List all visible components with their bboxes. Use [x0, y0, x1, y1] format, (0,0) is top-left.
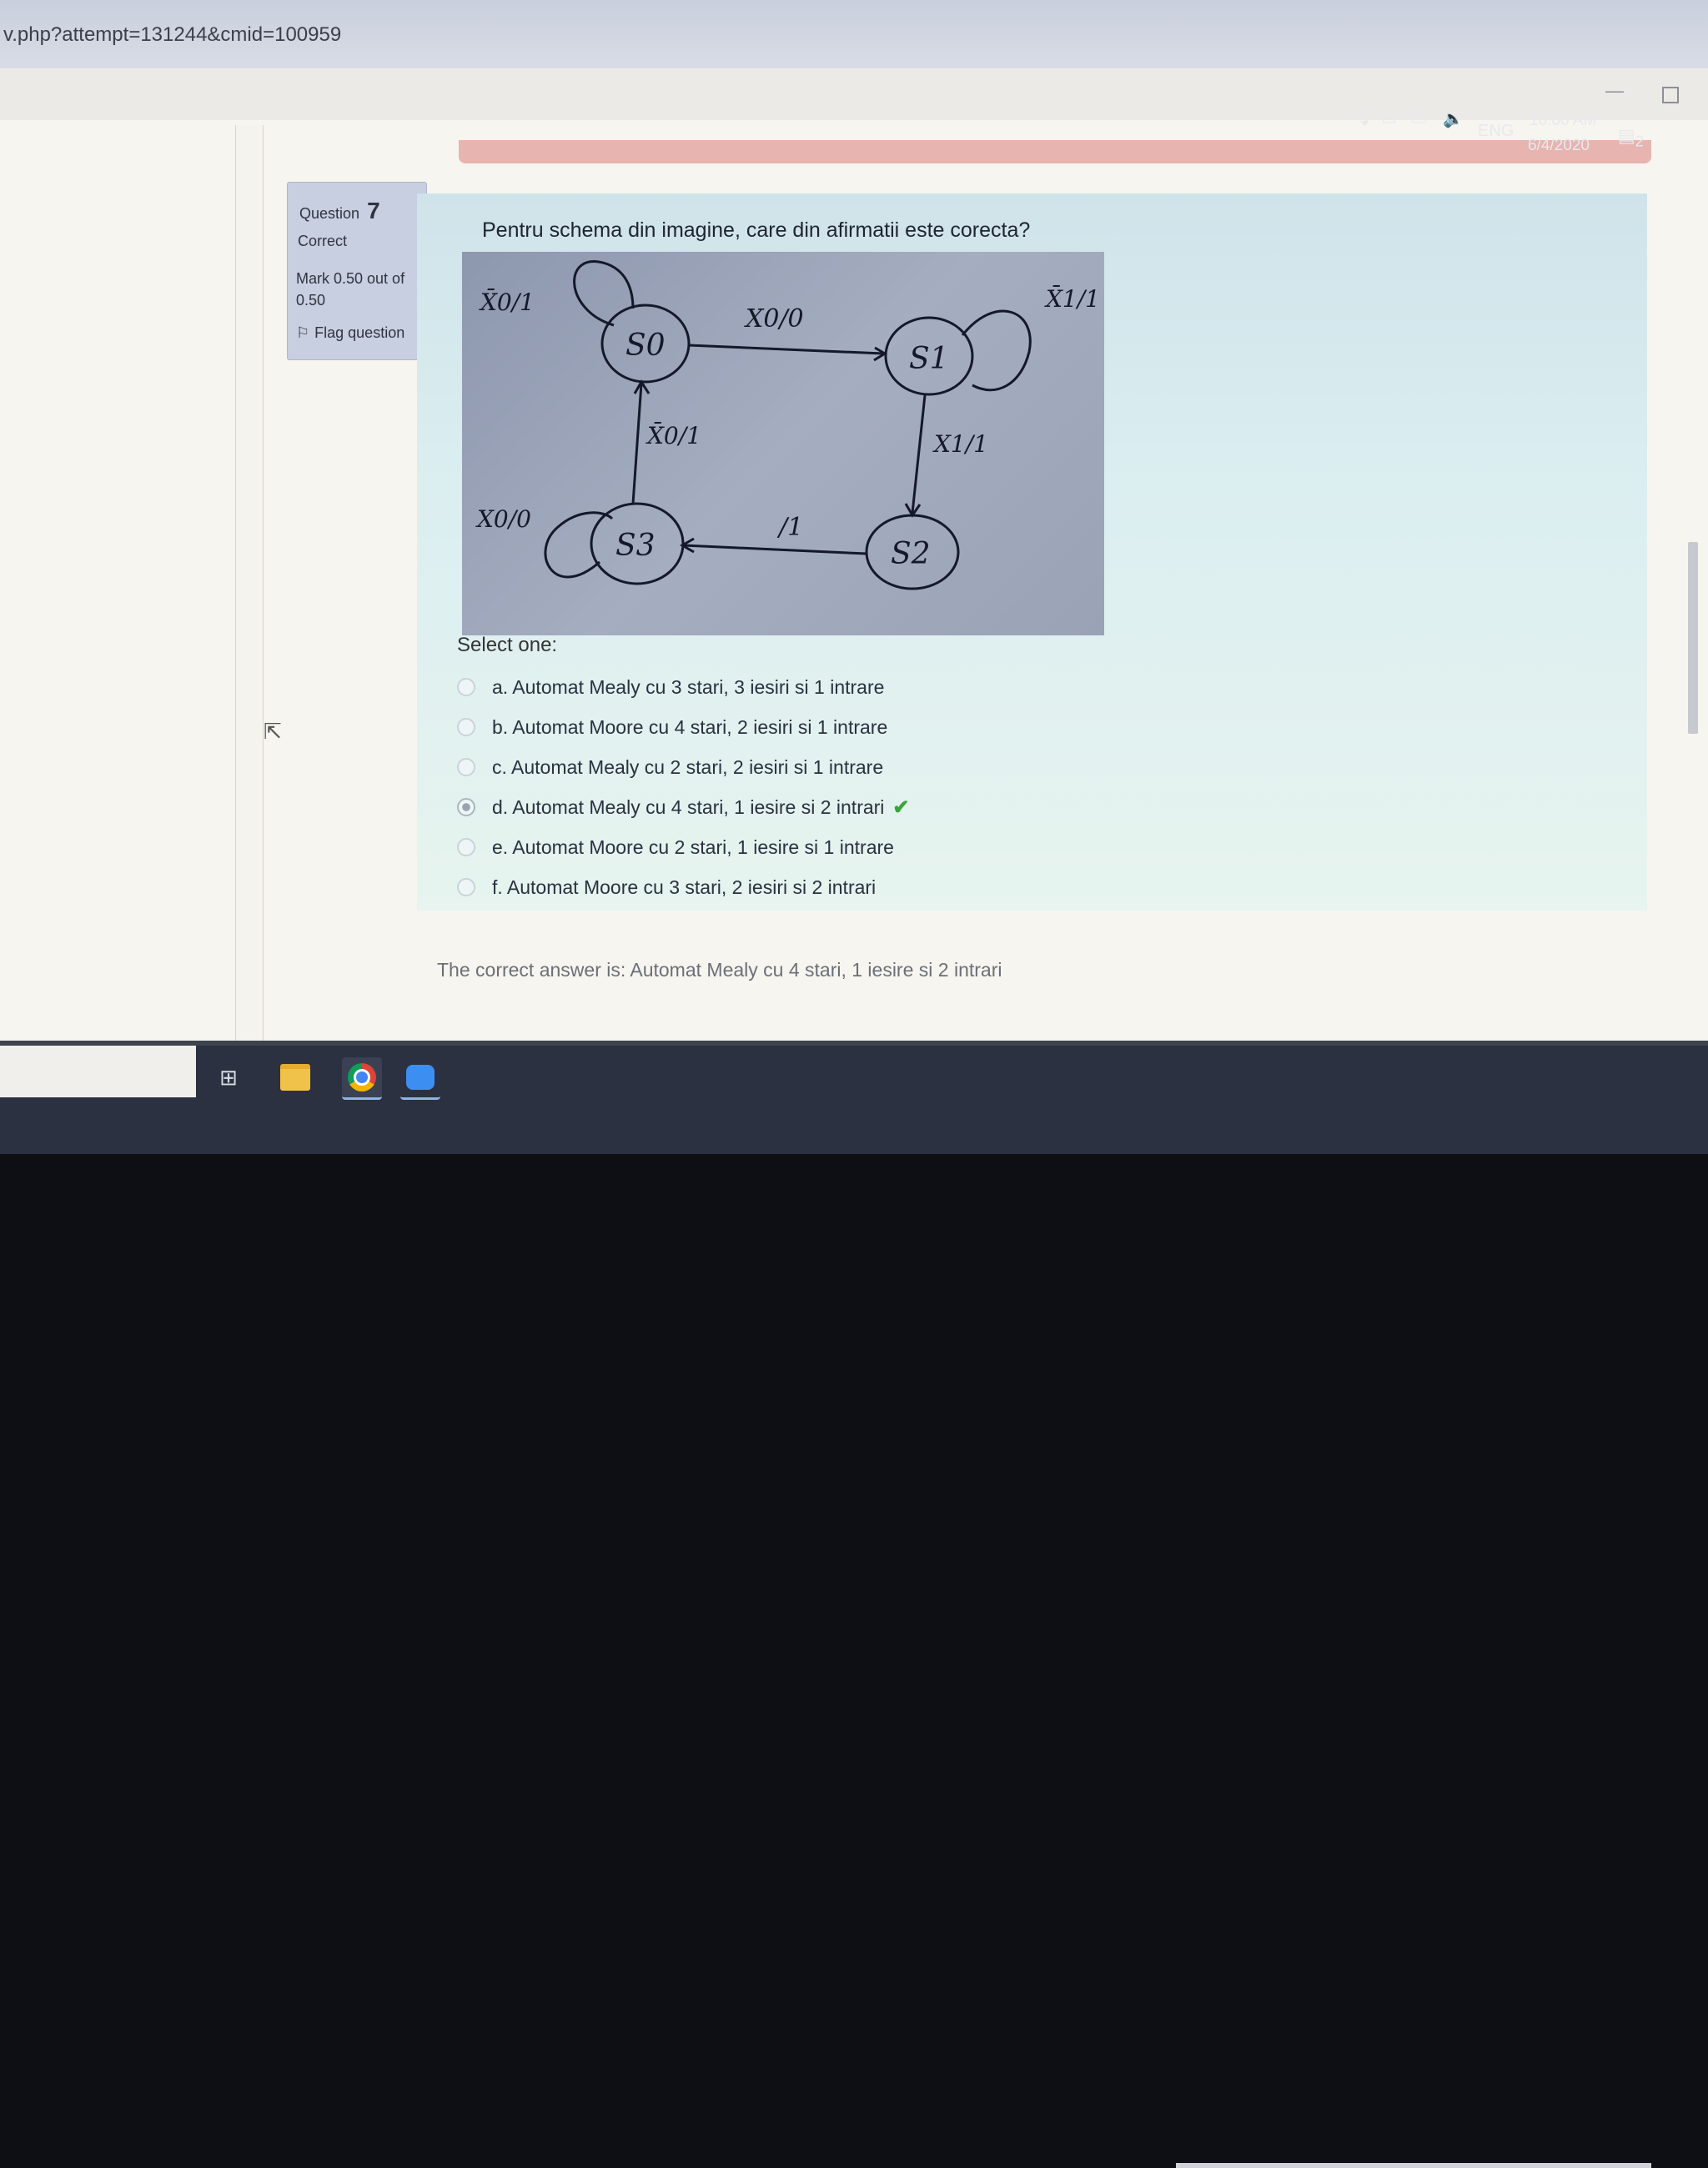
notification-count: 2: [1635, 132, 1644, 150]
top-banner: [459, 140, 1651, 163]
question-number: 7: [367, 198, 380, 223]
edge-s1-s2: [911, 394, 927, 514]
option-d-label[interactable]: d. Automat Mealy cu 4 stari, 1 iesire si…: [492, 796, 884, 819]
correct-answer-feedback: The correct answer is: Automat Mealy cu …: [437, 959, 1002, 981]
option-f-label[interactable]: f. Automat Moore cu 3 stari, 2 iesiri si…: [492, 876, 876, 899]
state-label-s2: S2: [891, 537, 931, 571]
edge-s0-s1: [688, 344, 884, 355]
language-indicator[interactable]: ENG: [1478, 122, 1514, 141]
zoom-icon[interactable]: [400, 1057, 440, 1100]
left-rail: [235, 125, 264, 1042]
option-b-label[interactable]: b. Automat Moore cu 4 stari, 2 iesiri si…: [492, 716, 887, 739]
radio-d[interactable]: [457, 798, 475, 816]
volume-icon[interactable]: 🔈: [1443, 108, 1464, 129]
question-text: Pentru schema din imagine, care din afir…: [482, 218, 1031, 242]
question-state: Correct: [298, 233, 348, 249]
option-c-label[interactable]: c. Automat Mealy cu 2 stari, 2 iesiri si…: [492, 756, 883, 779]
loop-s0: [573, 260, 635, 327]
option-e[interactable]: e. Automat Moore cu 2 stari, 1 iesire si…: [457, 827, 910, 867]
clock-date[interactable]: 6/4/2020: [1528, 137, 1590, 155]
option-c[interactable]: c. Automat Mealy cu 2 stari, 2 iesiri si…: [457, 747, 910, 787]
edge-s2-s3: [683, 544, 867, 555]
radio-f[interactable]: [457, 878, 475, 896]
label-s1-self: X̄1/1: [1044, 284, 1100, 313]
label-s3-s0: X̄0/1: [646, 421, 701, 449]
label-s0-s1: X0/0: [744, 304, 804, 334]
flag-question-link[interactable]: ⚐ Flag question: [296, 324, 404, 342]
label-s1-s2: X1/1: [932, 430, 988, 458]
correct-check-icon: ✔: [892, 795, 910, 819]
browser-screen: v.php?attempt=131244&cmid=100959 — Quest…: [0, 0, 1708, 1151]
task-view-icon[interactable]: ⊞: [208, 1057, 249, 1097]
state-diagram-svg: S0 S1 S2 S3 X̄0/1 X0/0 X̄1/1 X1/1 /1 X̄0…: [475, 260, 1100, 590]
file-explorer-icon[interactable]: [275, 1057, 315, 1097]
radio-e[interactable]: [457, 838, 475, 856]
chrome-icon[interactable]: [342, 1057, 382, 1100]
label-s0-self: X̄0/1: [479, 288, 535, 316]
state-diagram-image: S0 S1 S2 S3 X̄0/1 X0/0 X̄1/1 X1/1 /1 X̄0…: [462, 252, 1104, 635]
system-tray: ^ 🎙 ▭ 🖵 🔈 ENG 10:00 AM 6/4/2020 ▤2: [0, 0, 1708, 154]
option-f[interactable]: f. Automat Moore cu 3 stari, 2 iesiri si…: [457, 867, 910, 907]
option-a-label[interactable]: a. Automat Mealy cu 3 stari, 3 iesiri si…: [492, 676, 884, 699]
network-icon[interactable]: 🖵: [1411, 108, 1427, 128]
mouse-cursor-icon: ⇱: [264, 719, 282, 744]
battery-icon[interactable]: ▭: [1381, 108, 1397, 129]
flag-label: Flag question: [314, 324, 405, 341]
edge-s3-s0: [631, 383, 643, 504]
question-mark: Mark 0.50 out of 0.50: [296, 270, 405, 309]
state-label-s1: S1: [909, 342, 949, 376]
loop-s3: [544, 511, 614, 579]
windows-taskbar: ⊞: [0, 1046, 1708, 2168]
select-one-label: Select one:: [457, 634, 558, 656]
radio-c[interactable]: [457, 758, 475, 776]
notification-icon[interactable]: ▤2: [1618, 125, 1644, 150]
label-s3-self: X0/0: [475, 505, 531, 533]
question-number-line: Question 7: [299, 198, 380, 224]
option-b[interactable]: b. Automat Moore cu 4 stari, 2 iesiri si…: [457, 707, 910, 747]
horizontal-scrollbar[interactable]: [1176, 2163, 1651, 2168]
radio-a[interactable]: [457, 678, 475, 696]
flag-icon: ⚐: [296, 324, 310, 341]
taskbar-search-area[interactable]: [0, 1046, 196, 1097]
state-label-s3: S3: [615, 529, 656, 563]
option-a[interactable]: a. Automat Mealy cu 3 stari, 3 iesiri si…: [457, 667, 910, 707]
option-d[interactable]: d. Automat Mealy cu 4 stari, 1 iesire si…: [457, 787, 910, 827]
vertical-scrollbar[interactable]: [1688, 542, 1698, 734]
radio-b[interactable]: [457, 718, 475, 736]
question-info-box: Question 7 Correct Mark 0.50 out of 0.50…: [287, 182, 427, 360]
answer-options: a. Automat Mealy cu 3 stari, 3 iesiri si…: [457, 667, 910, 907]
question-word: Question: [299, 205, 360, 222]
label-s2-s3: /1: [776, 513, 803, 542]
clock-time[interactable]: 10:00 AM: [1530, 112, 1596, 130]
microphone-icon[interactable]: 🎙: [1353, 107, 1374, 128]
option-e-label[interactable]: e. Automat Moore cu 2 stari, 1 iesire si…: [492, 836, 894, 859]
state-label-s0: S0: [625, 329, 666, 363]
chevron-up-icon[interactable]: ^: [1319, 108, 1328, 130]
